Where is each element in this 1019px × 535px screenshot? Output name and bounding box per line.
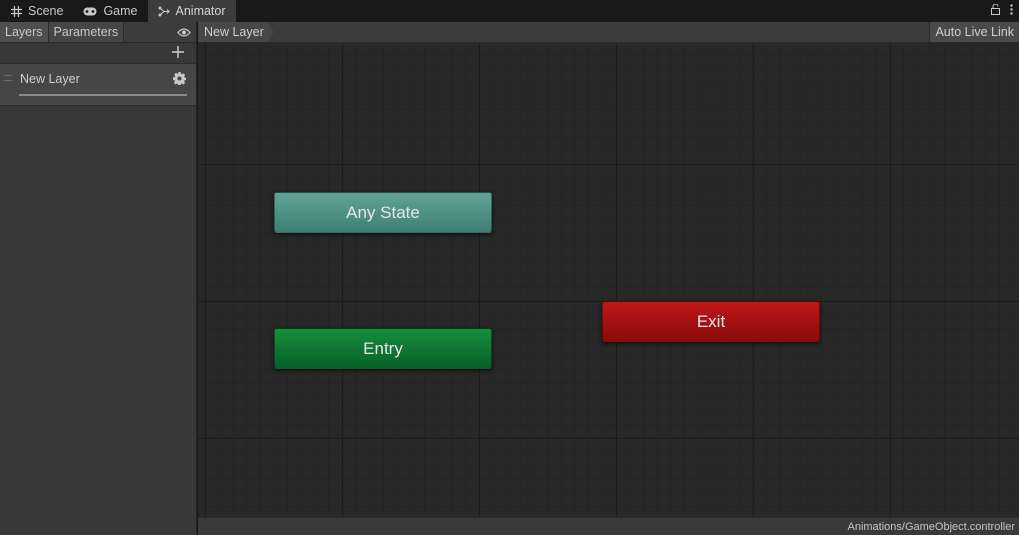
window-controls (991, 0, 1013, 22)
tab-label: Scene (28, 4, 64, 18)
tab-layers[interactable]: Layers (0, 22, 49, 42)
state-entry[interactable]: Entry (274, 328, 492, 369)
panel-tabs: Layers Parameters (0, 22, 196, 43)
eye-icon[interactable] (177, 26, 191, 38)
drag-handle-icon[interactable] (4, 75, 12, 81)
add-layer-row (0, 43, 196, 64)
kebab-menu-icon[interactable] (1010, 4, 1013, 18)
editor-tab-bar: Scene Game Animator (0, 0, 1019, 22)
animator-icon (158, 5, 170, 17)
layers-panel: Layers Parameters New Layer (0, 22, 197, 535)
tab-scene[interactable]: Scene (0, 0, 73, 22)
tab-game[interactable]: Game (73, 0, 147, 22)
layer-weight-bar (19, 94, 187, 96)
tab-parameters[interactable]: Parameters (48, 22, 125, 42)
state-any-state[interactable]: Any State (274, 192, 492, 233)
layer-name: New Layer (20, 72, 80, 86)
gamepad-icon (83, 5, 97, 17)
graph-toolbar: New Layer Auto Live Link (198, 22, 1019, 43)
state-exit[interactable]: Exit (602, 301, 820, 342)
controller-path: Animations/GameObject.controller (847, 521, 1015, 533)
tab-label: Game (103, 4, 138, 18)
breadcrumb[interactable]: New Layer (198, 22, 274, 42)
lock-icon[interactable] (991, 3, 1000, 18)
add-layer-button[interactable] (171, 45, 185, 59)
animator-window: Scene Game Animator Layers Parameters Ne… (0, 0, 1019, 535)
tab-animator[interactable]: Animator (147, 0, 236, 22)
state-machine-graph[interactable]: Any State Entry Exit (198, 43, 1019, 517)
layer-item[interactable]: New Layer (0, 64, 196, 106)
auto-live-link-button[interactable]: Auto Live Link (929, 22, 1019, 42)
status-bar: Animations/GameObject.controller (198, 517, 1019, 535)
tab-label: Animator (175, 4, 226, 18)
gear-icon[interactable] (172, 71, 186, 85)
grid-icon (10, 5, 22, 17)
